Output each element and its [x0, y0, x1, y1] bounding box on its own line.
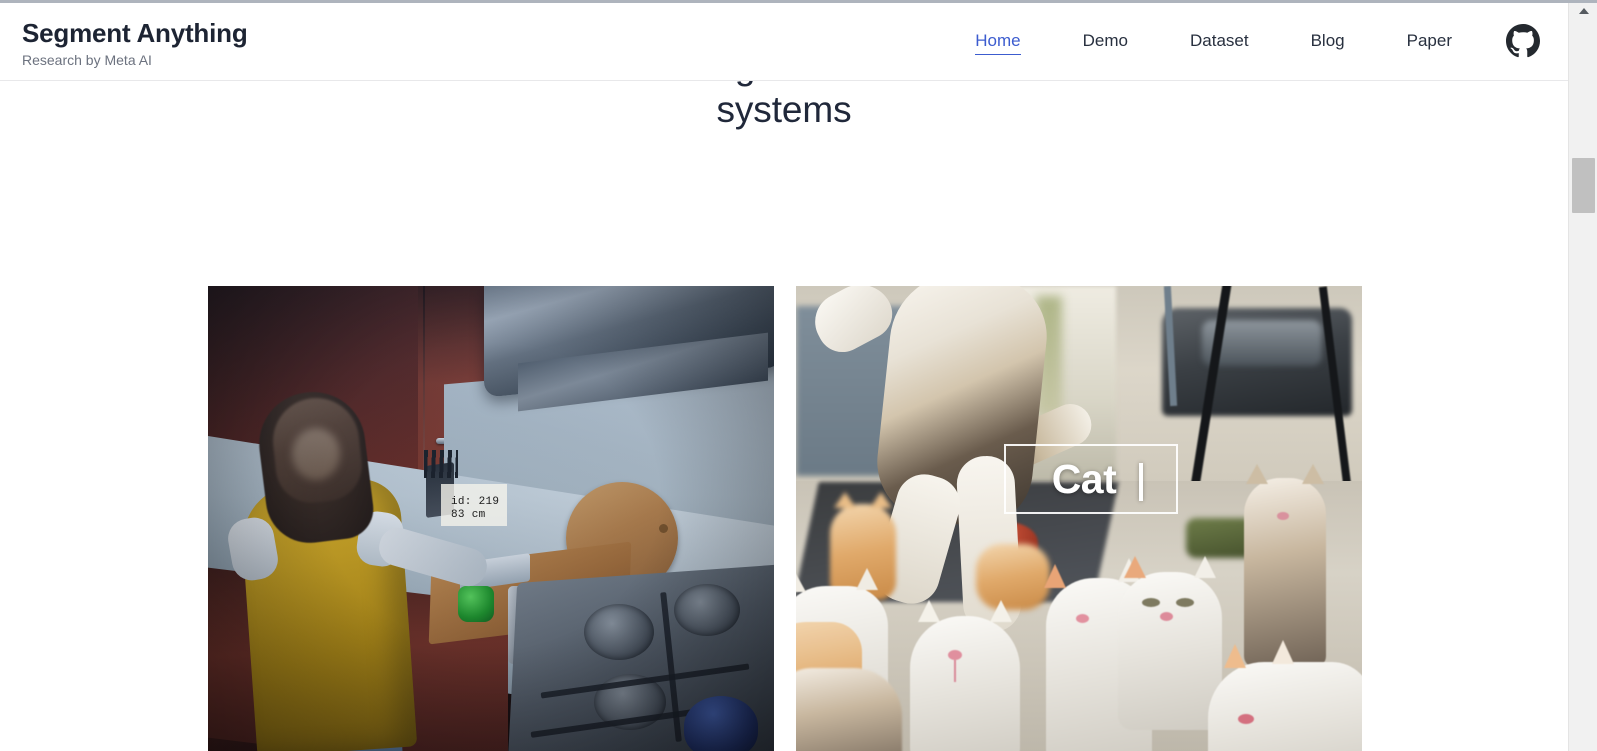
- main-navigation: Home Demo Dataset Blog Paper: [944, 0, 1540, 81]
- person-face-blurred: [292, 428, 340, 480]
- scrollbar-thumb[interactable]: [1572, 158, 1595, 213]
- kitten-ear: [834, 492, 856, 508]
- brand-title: Segment Anything: [22, 18, 248, 48]
- site-header: Segment Anything Research by Meta AI Hom…: [0, 0, 1568, 81]
- cat-bottom-right: [1208, 640, 1362, 751]
- background-kitten: [976, 544, 1050, 610]
- measurement-tag-distance: 83 cm: [451, 509, 486, 521]
- measurement-tag-overlay: id: 219 83 cm: [441, 484, 508, 526]
- github-icon: [1506, 23, 1540, 57]
- nav-item-home[interactable]: Home: [975, 27, 1021, 55]
- cat-nose: [1238, 714, 1254, 724]
- nav-item-paper[interactable]: Paper: [1407, 27, 1452, 55]
- cat-ear: [1124, 556, 1146, 578]
- nav-item-blog[interactable]: Blog: [1311, 27, 1345, 55]
- stove-burner: [584, 604, 654, 660]
- page-viewport: Segment Anything Research by Meta AI Hom…: [0, 0, 1568, 751]
- cat-nose: [1277, 512, 1289, 520]
- blue-kettle: [684, 696, 758, 751]
- scroll-up-arrow-button[interactable]: [1569, 0, 1597, 22]
- cat-eye: [1142, 598, 1160, 607]
- brand-subtitle: Research by Meta AI: [22, 52, 152, 68]
- nav-item-demo[interactable]: Demo: [1083, 27, 1128, 55]
- section-heading: flexible integration with other systems: [0, 81, 1568, 131]
- browser-page: Segment Anything Research by Meta AI Hom…: [0, 0, 1597, 751]
- cat-ear: [1194, 556, 1216, 578]
- cat-bottom-left: [796, 668, 902, 751]
- stove-burner: [674, 584, 740, 636]
- cat-nose: [1076, 614, 1089, 623]
- cat-ear: [990, 600, 1012, 622]
- knife-handles: [424, 450, 458, 478]
- cat-nose: [1160, 612, 1173, 621]
- nav-item-dataset[interactable]: Dataset: [1190, 27, 1249, 55]
- cat-front-center-left: [910, 600, 1020, 751]
- cat-ear: [1224, 644, 1246, 668]
- text-prompt-label: Cat: [1051, 456, 1117, 502]
- cat-mouth: [954, 660, 956, 682]
- vertical-scrollbar[interactable]: [1568, 0, 1597, 751]
- cat-ear: [1246, 464, 1268, 484]
- github-link[interactable]: [1506, 23, 1540, 58]
- cutting-board-hole: [659, 524, 668, 533]
- measurement-tag-id: id: 219: [451, 496, 500, 508]
- media-gallery: id: 219 83 cm Cat: [208, 286, 1362, 751]
- cat-ear: [796, 572, 806, 592]
- page-content: flexible integration with other systems: [0, 81, 1568, 751]
- cat-ear: [856, 568, 878, 590]
- cat-ear: [1272, 640, 1294, 664]
- chevron-up-icon: [1578, 8, 1589, 14]
- cat-eye: [1176, 598, 1194, 607]
- media-card-cats-scene[interactable]: Cat: [796, 286, 1362, 751]
- cat-front-right: [1118, 556, 1222, 730]
- cat-ear: [1302, 464, 1324, 484]
- cat-nose: [948, 650, 962, 660]
- media-card-kitchen-scene[interactable]: id: 219 83 cm: [208, 286, 774, 751]
- section-heading-line-1: flexible integration with other: [0, 81, 1568, 88]
- kitten-ear: [870, 492, 892, 508]
- green-jar: [458, 586, 494, 622]
- cat-ear: [1044, 564, 1066, 588]
- cat-ear: [918, 600, 940, 622]
- brand-block[interactable]: Segment Anything Research by Meta AI: [22, 17, 248, 70]
- text-prompt-box[interactable]: Cat: [1004, 444, 1178, 514]
- section-heading-line-2: systems: [716, 89, 852, 130]
- text-cursor-caret: [1139, 463, 1143, 501]
- window-top-edge: [0, 0, 1597, 3]
